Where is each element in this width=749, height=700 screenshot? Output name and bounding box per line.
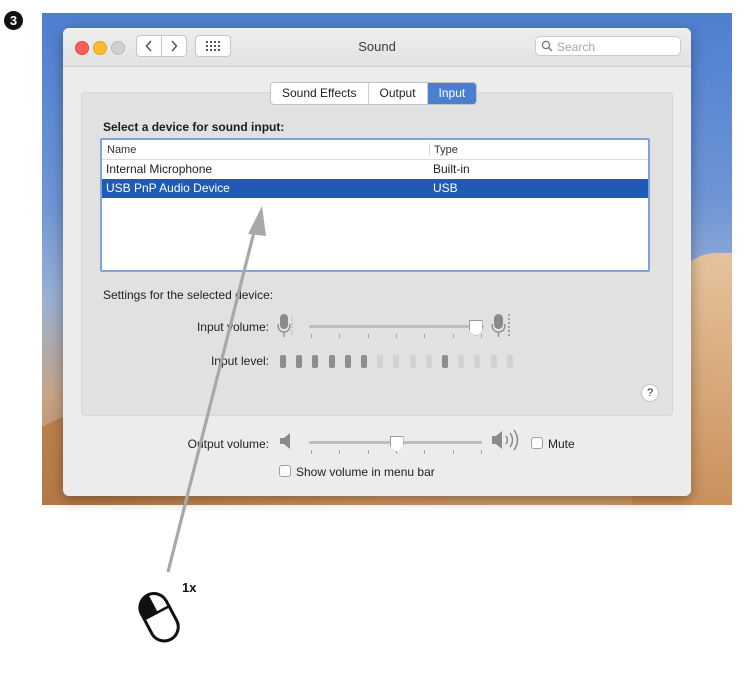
mouse-left-click-icon	[138, 592, 180, 643]
click-count-label: 1x	[182, 580, 197, 595]
pointer-arrowhead	[248, 206, 266, 236]
tab-output[interactable]: Output	[369, 83, 428, 104]
tab-bar: Sound Effects Output Input	[270, 82, 478, 105]
pointer-arrow-line	[166, 227, 257, 573]
pointer-arrow-overlay	[166, 206, 266, 573]
tab-sound-effects[interactable]: Sound Effects	[271, 83, 369, 104]
tab-input[interactable]: Input	[427, 83, 477, 104]
